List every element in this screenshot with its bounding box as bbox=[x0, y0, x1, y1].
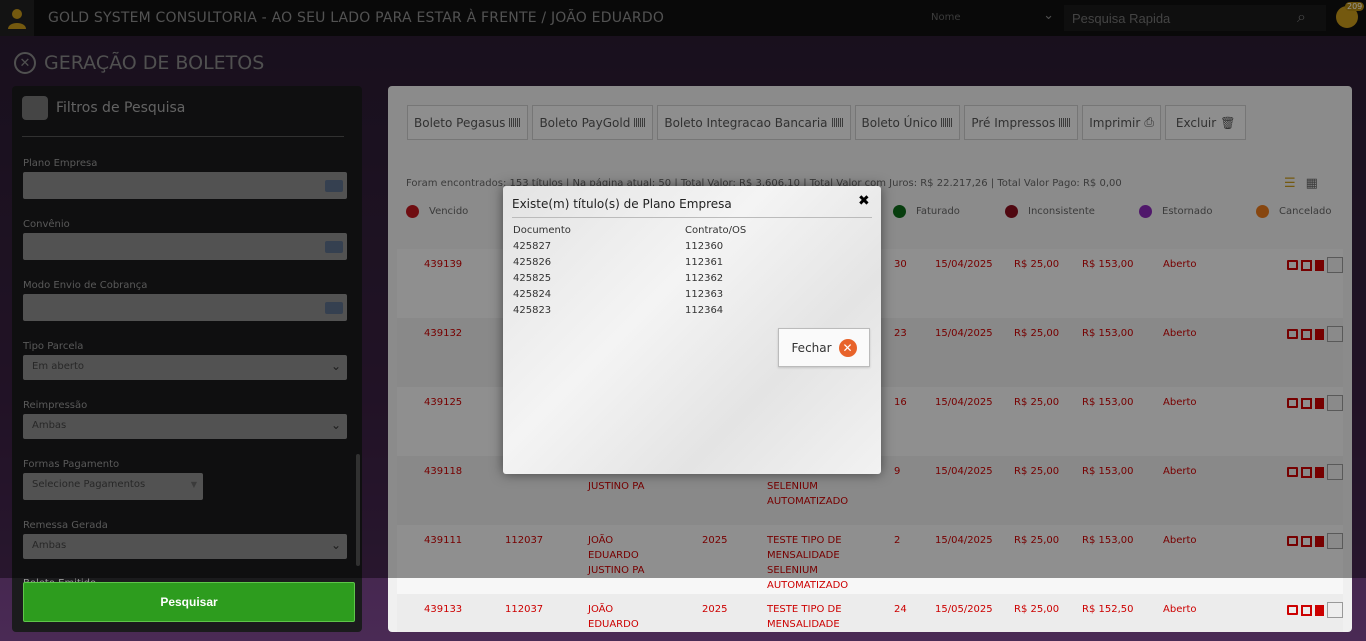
cell-parcela: 24 bbox=[894, 604, 907, 615]
documento-cell: 425826 bbox=[513, 257, 552, 268]
cell-total: R$ 152,50 bbox=[1082, 604, 1134, 615]
divider bbox=[512, 217, 872, 218]
documento-cell: 425823 bbox=[513, 305, 552, 316]
document-icon[interactable] bbox=[1327, 602, 1343, 618]
table-row[interactable]: 439133 112037 JOÃO EDUARDO 2025 TESTE TIPO D… bbox=[397, 594, 1343, 632]
cell-id: 439133 bbox=[424, 604, 463, 615]
contrato-cell: 112364 bbox=[685, 305, 724, 316]
contrato-cell: 112361 bbox=[685, 257, 724, 268]
fechar-label: Fechar bbox=[791, 340, 832, 355]
cell-valor: R$ 25,00 bbox=[1014, 604, 1060, 615]
documento-cell: 425824 bbox=[513, 289, 552, 300]
trash-icon[interactable] bbox=[1315, 604, 1324, 616]
cell-status: Aberto bbox=[1163, 604, 1197, 615]
cell-contrato: 112037 bbox=[505, 604, 544, 615]
contrato-cell: 112363 bbox=[685, 289, 724, 300]
close-circle-icon: ✕ bbox=[838, 338, 857, 357]
row-actions bbox=[1287, 602, 1343, 618]
dialog-title: Existe(m) título(s) de Plano Empresa bbox=[512, 197, 732, 211]
cell-vencimento: 15/05/2025 bbox=[935, 604, 993, 615]
documento-cell: 425827 bbox=[513, 241, 552, 252]
print-icon[interactable] bbox=[1287, 605, 1298, 615]
cell-cliente: JOÃO EDUARDO bbox=[588, 604, 639, 630]
contrato-cell: 112360 bbox=[685, 241, 724, 252]
documento-cell: 425825 bbox=[513, 273, 552, 284]
documento-header: Documento bbox=[513, 225, 571, 236]
close-icon[interactable]: ✖ bbox=[858, 193, 870, 209]
pesquisar-button[interactable]: Pesquisar bbox=[23, 582, 355, 622]
cell-ano: 2025 bbox=[702, 604, 728, 615]
contrato-cell: 112362 bbox=[685, 273, 724, 284]
edit-icon[interactable] bbox=[1301, 604, 1312, 616]
plano-empresa-dialog: Existe(m) título(s) de Plano Empresa ✖ D… bbox=[503, 186, 881, 474]
contrato-header: Contrato/OS bbox=[685, 225, 747, 236]
fechar-button[interactable]: Fechar ✕ bbox=[778, 328, 870, 367]
cell-produto: TESTE TIPO DE MENSALIDADE bbox=[767, 604, 842, 630]
